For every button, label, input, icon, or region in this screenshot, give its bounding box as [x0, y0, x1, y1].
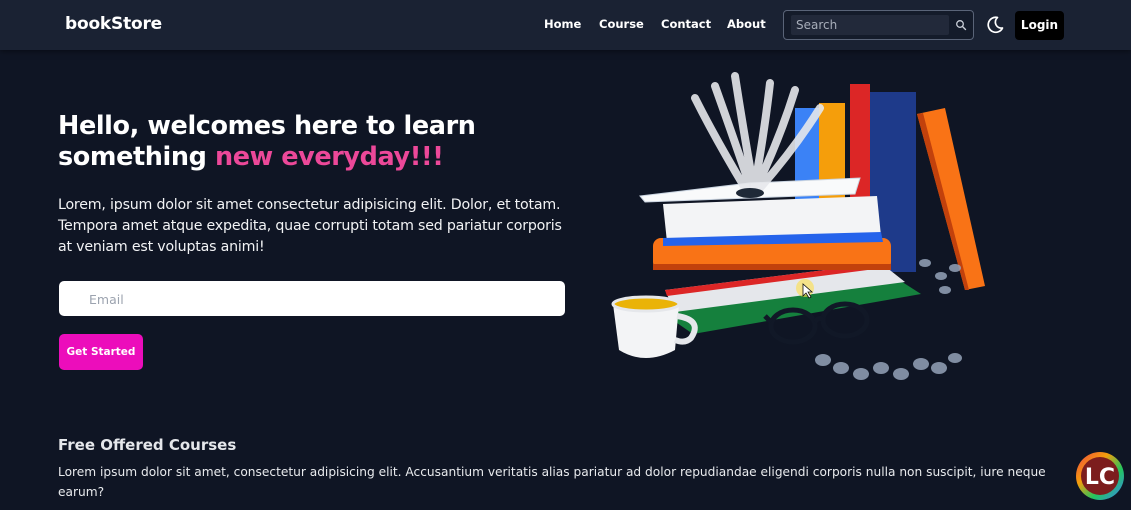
courses-title: Free Offered Courses [58, 436, 237, 454]
email-field[interactable] [87, 281, 551, 318]
lc-logo-text: LC [1085, 465, 1115, 490]
moon-icon[interactable] [985, 15, 1005, 35]
courses-description: Lorem ipsum dolor sit amet, consectetur … [58, 465, 1046, 499]
login-button[interactable]: Login [1015, 11, 1064, 40]
hero-description: Lorem, ipsum dolor sit amet consectetur … [58, 197, 562, 255]
lc-logo: LC [1076, 452, 1124, 500]
nav-about[interactable]: About [727, 17, 766, 31]
hero-title: Hello, welcomes here to learn something … [58, 111, 528, 173]
search-box [783, 10, 974, 40]
nav-course[interactable]: Course [599, 17, 644, 31]
get-started-button[interactable]: Get Started [59, 334, 143, 370]
nav-contact[interactable]: Contact [661, 17, 711, 31]
brand-logo[interactable]: bookStore [65, 14, 162, 34]
hero-title-highlight: new everyday!!! [214, 142, 444, 172]
search-icon[interactable] [955, 19, 967, 31]
email-field-container [59, 281, 565, 318]
books-illustration [611, 72, 985, 380]
search-input[interactable] [791, 15, 949, 35]
navbar: bookStore Home Course Contact About Logi… [0, 0, 1131, 50]
nav-home[interactable]: Home [544, 17, 581, 31]
